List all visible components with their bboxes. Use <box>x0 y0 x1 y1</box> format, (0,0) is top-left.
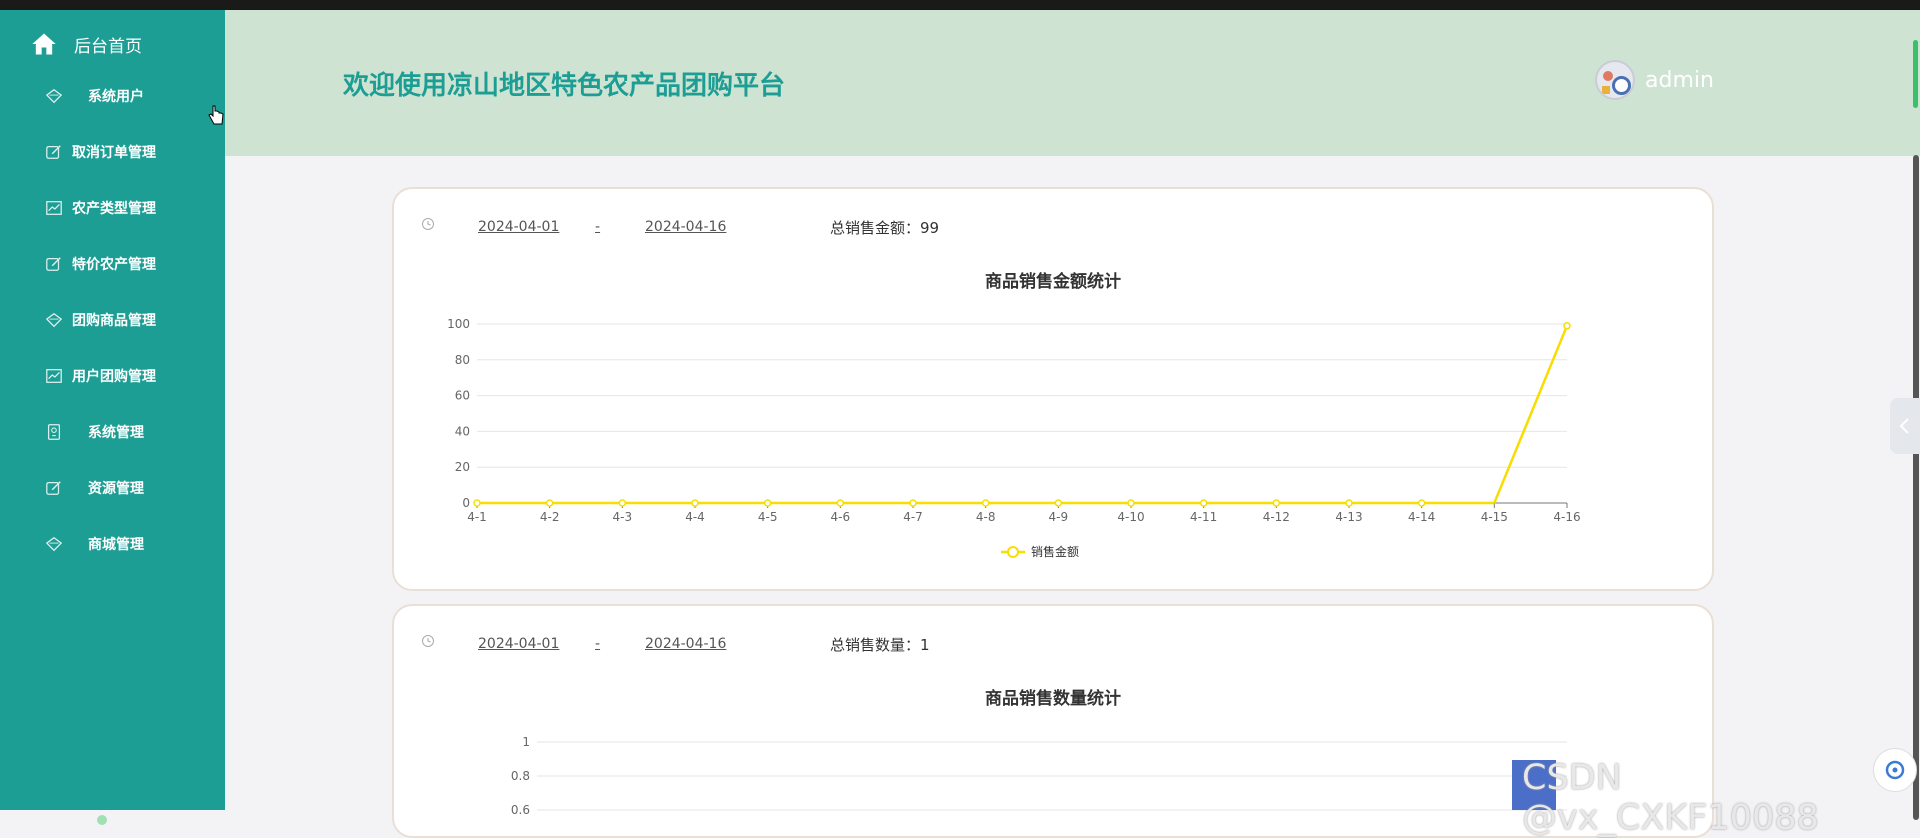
y-tick-label: 0.8 <box>511 769 530 783</box>
data-point <box>1272 499 1281 507</box>
user-menu[interactable]: admin <box>1595 60 1714 100</box>
x-tick-label: 4-7 <box>903 510 923 524</box>
sidebar-home-label: 后台首页 <box>74 36 142 57</box>
data-point <box>981 499 990 507</box>
sidebar-item-label: 团购商品管理 <box>72 313 156 329</box>
certificate-icon <box>44 422 64 442</box>
scroll-indicator <box>1913 40 1918 108</box>
x-tick-label: 4-8 <box>976 510 996 524</box>
data-point <box>1199 499 1208 507</box>
x-tick-label: 4-4 <box>685 510 705 524</box>
page-title: 欢迎使用凉山地区特色农产品团购平台 <box>343 71 786 101</box>
x-tick-label: 4-15 <box>1481 510 1508 524</box>
edit-icon <box>44 142 64 162</box>
x-tick-label: 4-14 <box>1408 510 1435 524</box>
sidebar-item-label: 商城管理 <box>88 537 144 553</box>
sidebar-item-system-management[interactable]: 系统管理 <box>0 404 225 460</box>
sidebar-item-cancel-orders[interactable]: 取消订单管理 <box>0 124 225 180</box>
x-tick-label: 4-13 <box>1335 510 1362 524</box>
data-point <box>545 499 554 507</box>
float-assistant-button[interactable] <box>1873 748 1917 792</box>
sidebar-item-label: 用户团购管理 <box>72 369 156 385</box>
data-point <box>618 499 627 507</box>
x-tick-label: 4-12 <box>1263 510 1290 524</box>
y-tick-label: 1 <box>522 735 530 749</box>
sidebar-status-dot <box>97 815 107 825</box>
y-tick-label: 0 <box>462 496 470 510</box>
diamond-icon <box>44 534 64 554</box>
sidebar-item-system-users[interactable]: 系统用户 <box>0 68 225 124</box>
diamond-icon <box>44 310 64 330</box>
assistant-icon <box>1885 760 1905 780</box>
home-icon <box>32 33 56 55</box>
y-tick-label: 0.6 <box>511 803 530 817</box>
collapse-panel-button[interactable] <box>1890 398 1920 454</box>
sidebar-item-mall[interactable]: 商城管理 <box>0 516 225 572</box>
data-point <box>763 499 772 507</box>
data-point <box>473 499 481 507</box>
sales-amount-chart: 0 20 40 60 80 100 4-1 4-2 4-3 4-4 4-5 4-6 4-7 4-8 4-9 4… <box>447 317 1581 559</box>
hand-cursor-icon <box>208 105 224 125</box>
x-tick-label: 4-6 <box>831 510 851 524</box>
sidebar-item-label: 系统用户 <box>88 89 144 105</box>
edit-icon <box>44 478 64 498</box>
avatar[interactable] <box>1595 60 1635 100</box>
series-line-segment <box>1493 325 1569 504</box>
data-point <box>1563 322 1571 330</box>
sidebar-item-produce-types[interactable]: 农产类型管理 <box>0 180 225 236</box>
watermark: CSDN @vx_CXKF10088 <box>1522 758 1819 838</box>
x-tick-label: 4-3 <box>613 510 633 524</box>
y-tick-label: 100 <box>447 317 470 331</box>
username[interactable]: admin <box>1645 68 1714 93</box>
sidebar-item-label: 取消订单管理 <box>72 145 156 161</box>
sidebar-item-label: 系统管理 <box>88 425 144 441</box>
y-tick-label: 40 <box>455 424 470 438</box>
data-point <box>836 499 845 507</box>
sidebar-item-resources[interactable]: 资源管理 <box>0 460 225 516</box>
chart-icon <box>44 366 64 386</box>
data-point <box>1345 499 1353 507</box>
sidebar-item-group-goods[interactable]: 团购商品管理 <box>0 292 225 348</box>
scroll-thumb[interactable] <box>1913 155 1919 820</box>
x-tick-label: 4-1 <box>467 510 487 524</box>
diamond-icon <box>44 86 64 106</box>
x-tick-label: 4-11 <box>1190 510 1217 524</box>
sidebar-item-special-produce[interactable]: 特价农产管理 <box>0 236 225 292</box>
data-point <box>691 499 699 507</box>
legend-label: 销售金额 <box>1031 544 1079 559</box>
sidebar-item-label: 资源管理 <box>88 481 144 497</box>
sidebar-home[interactable]: 后台首页 <box>30 24 142 64</box>
chevron-left-icon <box>1899 418 1909 434</box>
data-point <box>1417 499 1426 507</box>
x-tick-label: 4-5 <box>758 510 778 524</box>
legend-marker <box>1007 546 1019 558</box>
y-tick-label: 80 <box>455 353 470 367</box>
data-point <box>1127 499 1135 507</box>
sidebar: 后台首页 系统用户 取消订单管理 农产类型管理 特价农产管理 团购商品管理 用户… <box>0 10 225 825</box>
data-point <box>909 499 917 507</box>
data-point <box>1054 499 1063 507</box>
y-tick-label: 20 <box>455 460 470 474</box>
sidebar-item-label: 农产类型管理 <box>72 201 156 217</box>
x-tick-label: 4-9 <box>1049 510 1069 524</box>
x-tick-label: 4-10 <box>1117 510 1144 524</box>
sales-amount-card: 2024-04-01 - 2024-04-16 总销售金额：99 商品销售金额统… <box>392 187 1714 591</box>
edit-icon <box>44 254 64 274</box>
chart-icon <box>44 198 64 218</box>
top-bar <box>0 0 1920 10</box>
header: 欢迎使用凉山地区特色农产品团购平台 admin <box>225 10 1920 156</box>
y-tick-label: 60 <box>455 389 470 403</box>
sidebar-item-user-groups[interactable]: 用户团购管理 <box>0 348 225 404</box>
sidebar-item-label: 特价农产管理 <box>72 257 156 273</box>
x-tick-label: 4-2 <box>540 510 560 524</box>
x-tick-label: 4-16 <box>1553 510 1580 524</box>
